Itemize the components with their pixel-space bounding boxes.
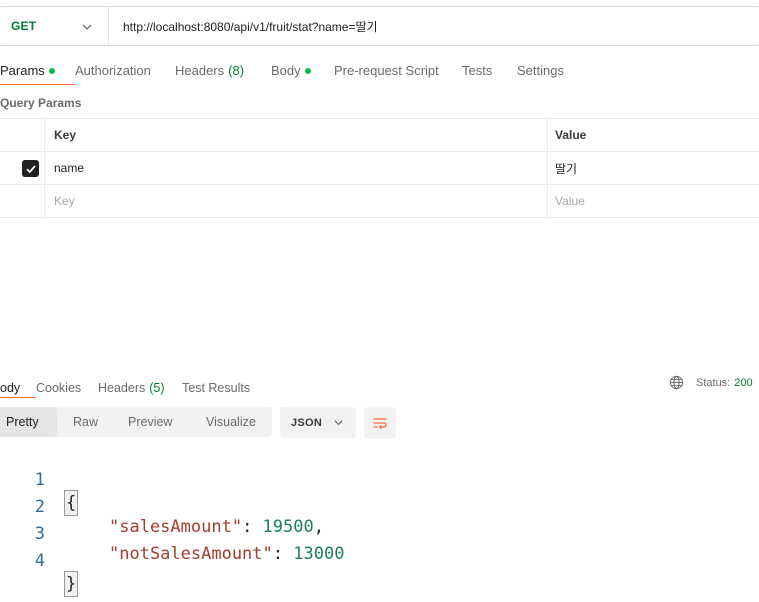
tab-label: ody bbox=[0, 381, 21, 395]
tab-response-headers[interactable]: Headers (5) bbox=[98, 368, 182, 400]
column-header-key: Key bbox=[45, 119, 548, 151]
tab-tests[interactable]: Tests bbox=[462, 56, 517, 78]
format-visualize-button[interactable]: Visualize bbox=[189, 407, 272, 437]
tab-pre-request-script[interactable]: Pre-request Script bbox=[334, 56, 462, 78]
tab-label: Cookies bbox=[36, 381, 82, 395]
json-key: "notSalesAmount" bbox=[109, 544, 273, 564]
tab-body[interactable]: Body bbox=[271, 56, 334, 78]
status-code[interactable]: 200 bbox=[734, 377, 752, 389]
language-label: JSON bbox=[291, 416, 323, 429]
tab-label: Test Results bbox=[182, 381, 251, 395]
response-format-group: Pretty Raw Preview Visualize bbox=[0, 407, 272, 437]
code-line: 3 "notSalesAmount": 13000 bbox=[0, 504, 345, 564]
code-line: 1 { bbox=[0, 450, 79, 516]
url-input[interactable]: http://localhost:8080/api/v1/fruit/stat?… bbox=[109, 18, 378, 35]
json-key: "salesAmount" bbox=[109, 517, 243, 537]
tab-count: (5) bbox=[149, 381, 165, 395]
tab-label: Pre-request Script bbox=[334, 63, 439, 78]
json-value: 19500 bbox=[262, 517, 314, 537]
json-value: 13000 bbox=[293, 544, 345, 564]
checkmark-icon bbox=[25, 164, 36, 173]
method-label: GET bbox=[11, 19, 37, 33]
code-line: 4 } bbox=[0, 531, 79, 597]
wrap-lines-button[interactable] bbox=[364, 407, 396, 439]
modified-dot-icon bbox=[48, 67, 55, 74]
tab-label: Headers bbox=[98, 381, 146, 395]
open-brace: { bbox=[64, 490, 79, 516]
tab-response-body[interactable]: ody bbox=[0, 368, 36, 400]
param-enabled-checkbox[interactable] bbox=[22, 160, 39, 177]
tab-cookies[interactable]: Cookies bbox=[36, 368, 98, 400]
table-row-empty: Key Value bbox=[0, 185, 759, 218]
param-key-input[interactable]: Key bbox=[45, 185, 548, 217]
tab-test-results[interactable]: Test Results bbox=[182, 368, 272, 400]
table-header-row: Key Value bbox=[0, 119, 759, 152]
modified-dot-icon bbox=[304, 67, 311, 74]
column-header-value: Value bbox=[555, 128, 587, 142]
param-value-cell[interactable]: 딸기 bbox=[548, 152, 759, 184]
tab-label: Tests bbox=[462, 63, 493, 78]
chevron-down-icon bbox=[334, 420, 343, 426]
line-number: 4 bbox=[34, 551, 45, 571]
tab-authorization[interactable]: Authorization bbox=[75, 56, 175, 78]
code-line: 2 "salesAmount": 19500, bbox=[0, 477, 324, 537]
tab-settings[interactable]: Settings bbox=[517, 56, 577, 78]
tab-headers[interactable]: Headers (8) bbox=[175, 56, 271, 78]
tab-label: Body bbox=[271, 63, 301, 78]
wrap-lines-icon bbox=[373, 418, 387, 430]
table-row: name 딸기 bbox=[0, 152, 759, 185]
response-status: Status: 200 bbox=[669, 375, 753, 390]
close-brace: } bbox=[64, 571, 79, 597]
format-preview-button[interactable]: Preview bbox=[113, 407, 189, 437]
request-url-bar: GET http://localhost:8080/api/v1/fruit/s… bbox=[0, 6, 759, 46]
chevron-down-icon bbox=[82, 24, 92, 30]
method-select[interactable]: GET bbox=[0, 7, 109, 45]
tab-label: Params bbox=[0, 63, 45, 78]
language-select[interactable]: JSON bbox=[280, 407, 356, 438]
param-value-input[interactable]: Value bbox=[548, 185, 759, 217]
tab-count: (8) bbox=[228, 63, 245, 78]
query-params-title: Query Params bbox=[0, 96, 82, 110]
globe-icon[interactable] bbox=[669, 375, 684, 390]
request-tabs: Params Authorization Headers (8) Body Pre… bbox=[0, 56, 577, 88]
tab-label: Headers bbox=[175, 63, 225, 78]
param-key-cell[interactable]: name bbox=[45, 152, 548, 184]
tab-params[interactable]: Params bbox=[0, 56, 75, 85]
tab-label: Authorization bbox=[75, 63, 151, 78]
format-raw-button[interactable]: Raw bbox=[57, 407, 113, 437]
format-pretty-button[interactable]: Pretty bbox=[0, 407, 57, 437]
tab-label: Settings bbox=[517, 63, 564, 78]
response-tabs: ody Cookies Headers (5) Test Results bbox=[0, 368, 272, 400]
status-label: Status: bbox=[696, 376, 731, 389]
query-params-table: Key Value name 딸기 Key Value bbox=[0, 118, 759, 218]
